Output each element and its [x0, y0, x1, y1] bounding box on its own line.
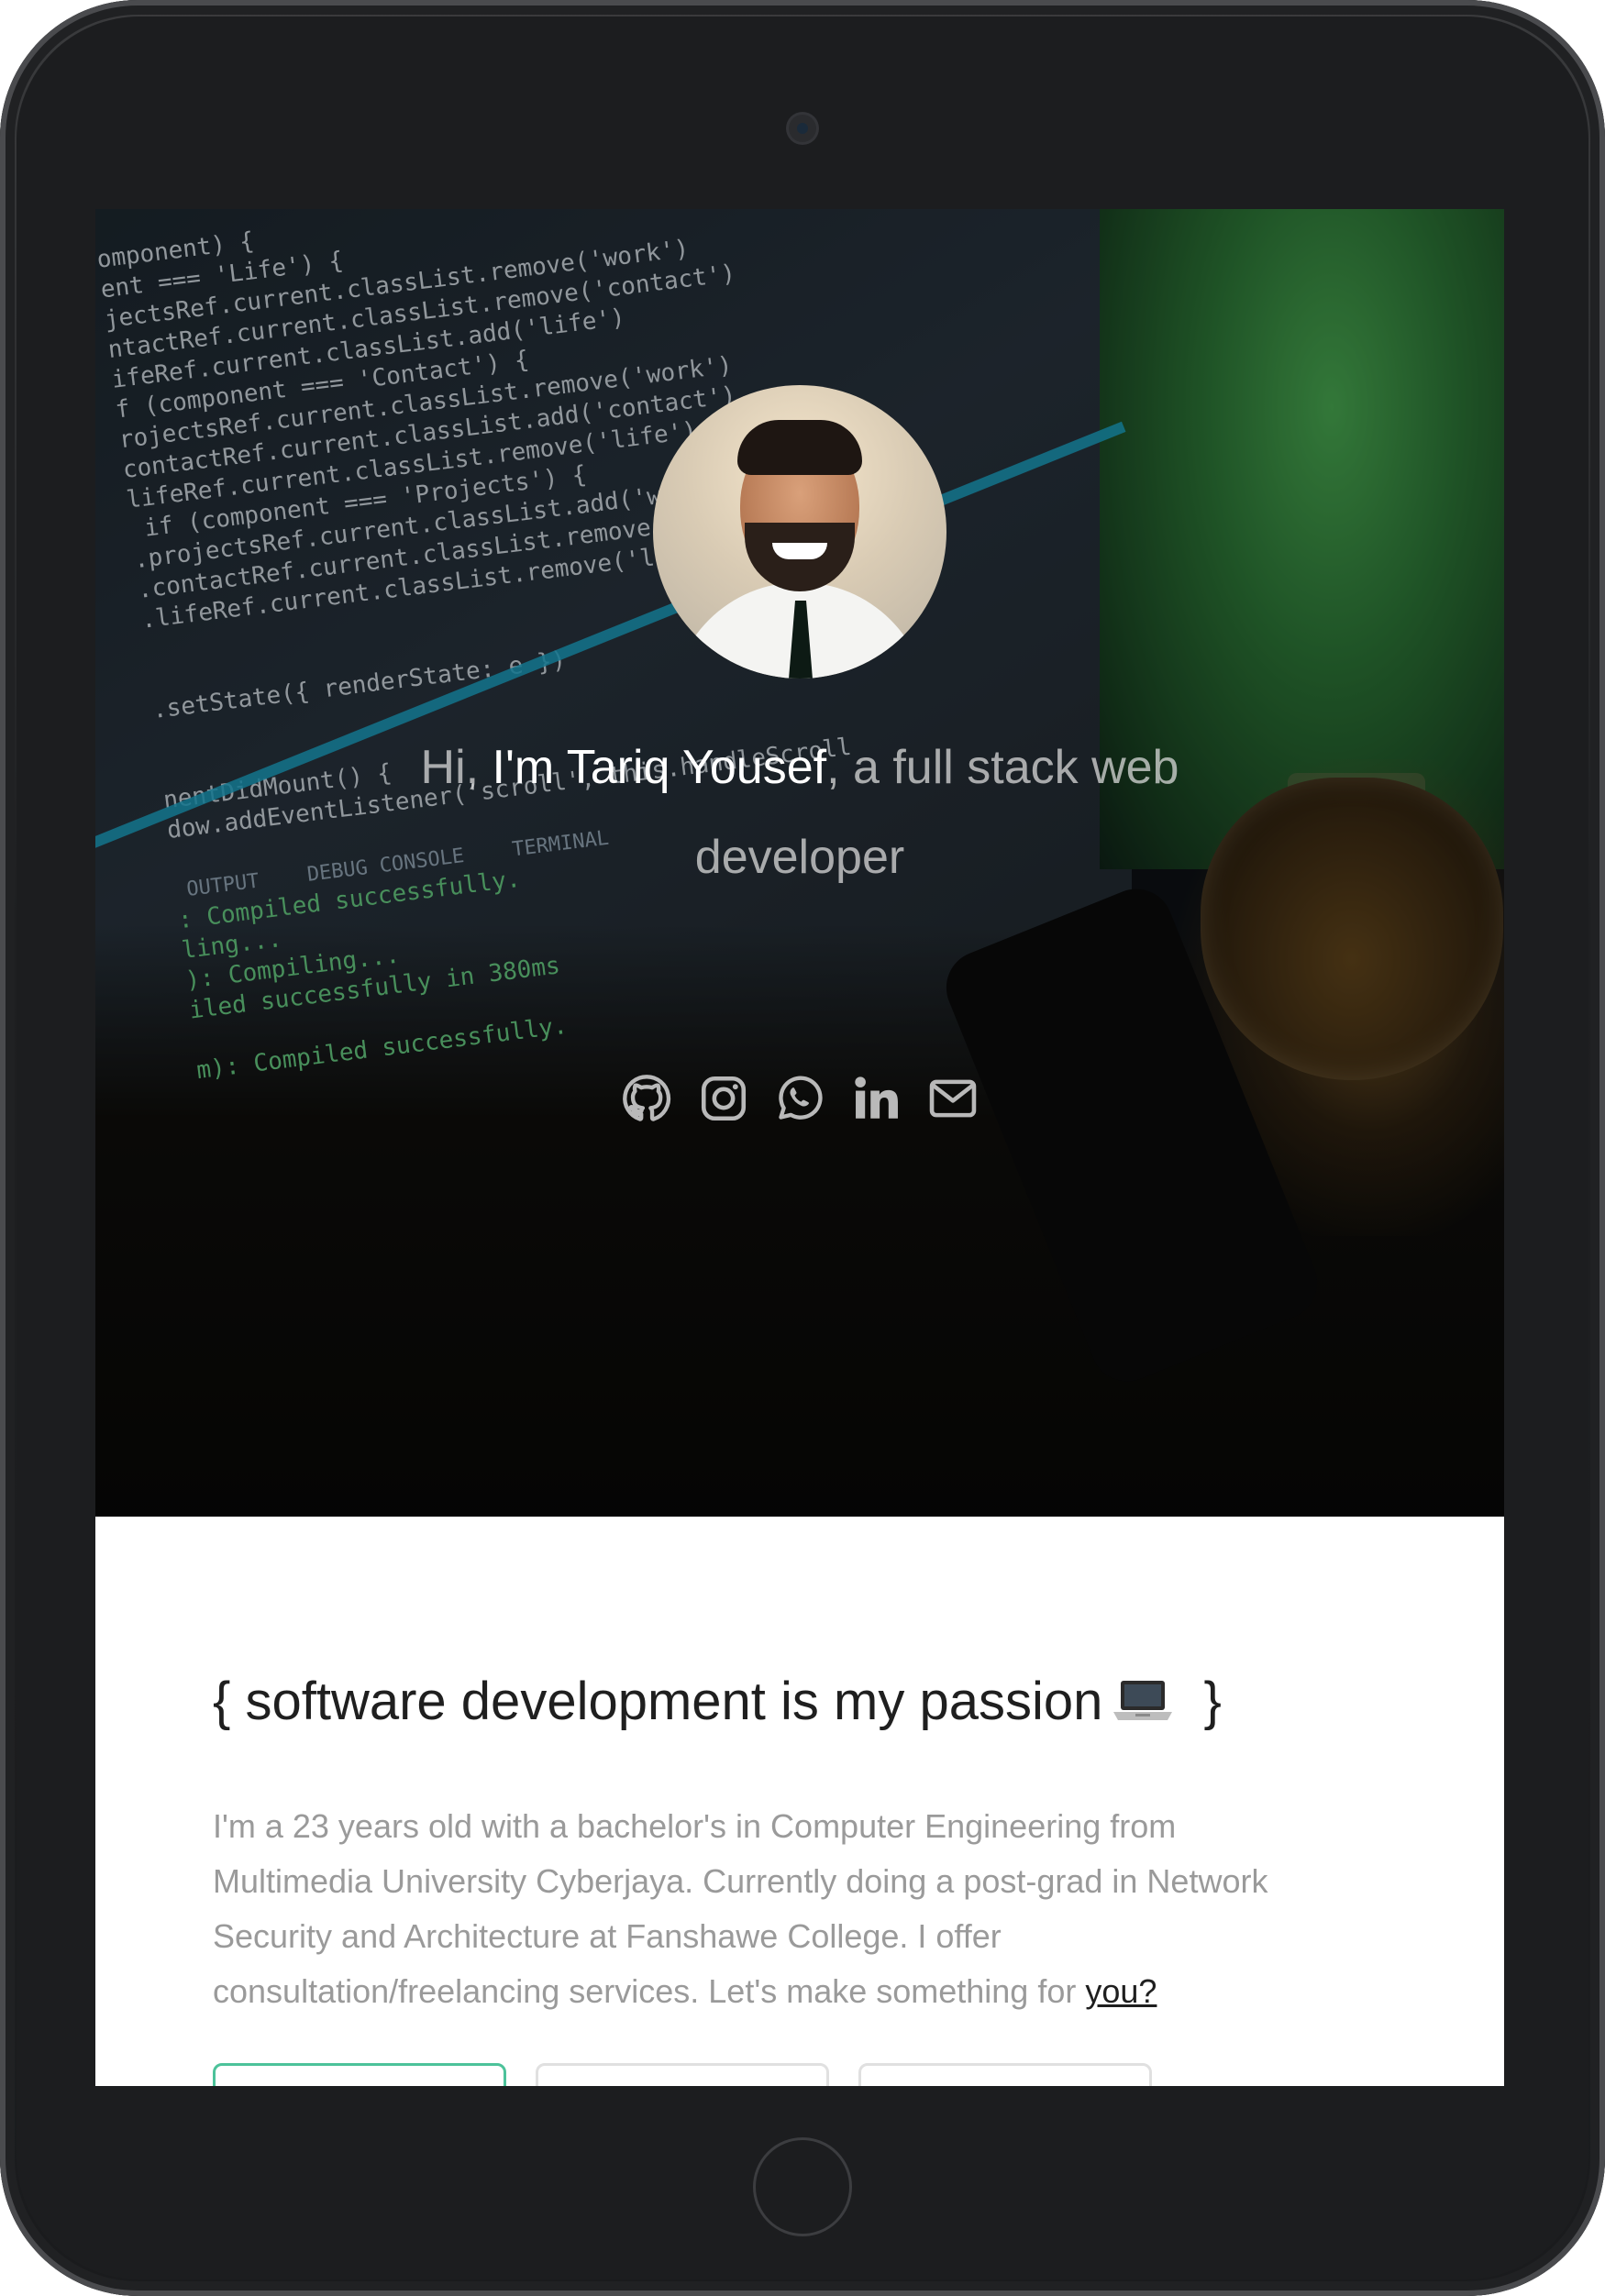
headline-prefix: Hi, [420, 741, 493, 794]
avatar [653, 385, 946, 679]
about-title-text: { software development is my passion [213, 1672, 1103, 1731]
home-button[interactable] [753, 2137, 852, 2236]
whatsapp-icon [779, 1076, 823, 1120]
social-links [616, 1066, 983, 1131]
hero-headline: Hi, I'm Tariq Yousef, a full stack web d… [371, 723, 1229, 902]
instagram-icon [701, 1076, 746, 1121]
whatsapp-link[interactable] [769, 1068, 830, 1129]
tablet-frame: omponent) {ent === 'Life') {jectsRef.cur… [0, 0, 1605, 2296]
action-buttons [213, 2063, 1152, 2086]
hero-section: omponent) {ent === 'Life') {jectsRef.cur… [95, 209, 1504, 1517]
instagram-link[interactable] [693, 1068, 754, 1129]
mail-icon [929, 1079, 977, 1118]
about-title: { software development is my passion } [213, 1671, 1222, 1732]
email-link[interactable] [923, 1068, 983, 1129]
tertiary-action-button[interactable] [858, 2063, 1152, 2086]
camera-icon [789, 115, 816, 142]
linkedin-link[interactable] [847, 1068, 907, 1129]
screen: omponent) {ent === 'Life') {jectsRef.cur… [95, 209, 1504, 2086]
primary-action-button[interactable] [213, 2063, 506, 2086]
about-you-link[interactable]: you? [1085, 1972, 1157, 2010]
about-description: I'm a 23 years old with a bachelor's in … [213, 1799, 1341, 2019]
linkedin-icon [854, 1076, 898, 1119]
about-title-close: } [1189, 1672, 1222, 1731]
about-section: { software development is my passion } I… [95, 1517, 1504, 2086]
github-icon [623, 1075, 671, 1121]
github-link[interactable] [616, 1068, 677, 1129]
headline-name: I'm Tariq Yousef [492, 741, 827, 794]
laptop-icon [1113, 1681, 1173, 1720]
secondary-action-button[interactable] [536, 2063, 829, 2086]
